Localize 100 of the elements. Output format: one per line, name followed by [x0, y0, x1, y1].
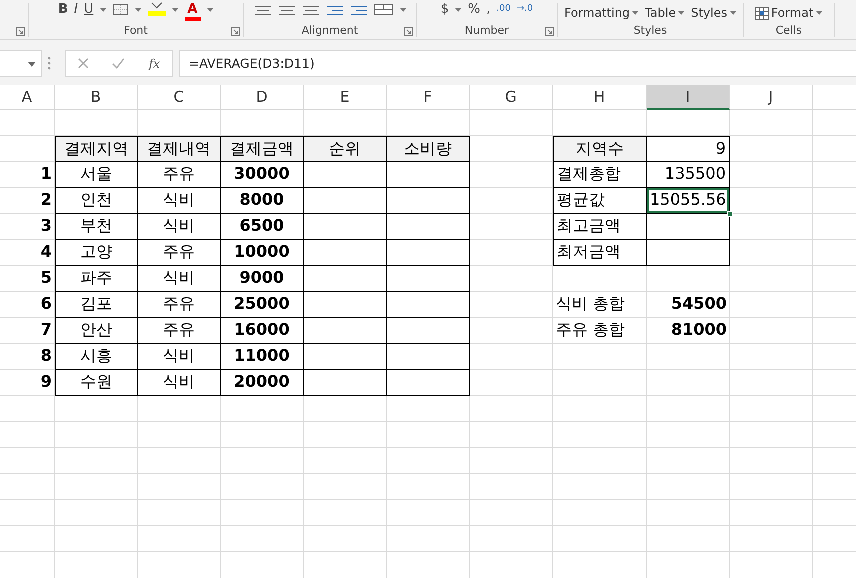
row-number: 6	[40, 293, 53, 315]
caret-icon[interactable]	[632, 11, 640, 15]
caret-icon[interactable]	[400, 8, 406, 12]
column-header[interactable]: C	[138, 85, 221, 110]
row-number: 8	[40, 345, 53, 367]
group-label: Alignment	[302, 24, 358, 38]
table-cell: 식비	[138, 214, 221, 240]
table-cell: 11000	[221, 344, 304, 370]
font-color-button[interactable]: A	[184, 2, 201, 21]
borders-icon[interactable]	[112, 4, 129, 16]
table-cell: 25000	[221, 292, 304, 318]
table-cell-text: 54500	[670, 293, 728, 315]
formula-field[interactable]: =AVERAGE(D3:D11)	[179, 50, 856, 77]
table-cell: 고양	[55, 240, 138, 266]
decimal-button[interactable]: →.0	[516, 2, 534, 17]
format-button[interactable]: ,	[486, 2, 491, 17]
table-cell: 시흥	[55, 344, 138, 370]
table-cell: 인천	[55, 188, 138, 214]
merge-icon[interactable]	[374, 4, 394, 16]
fill-handle[interactable]	[727, 211, 733, 217]
insert-function-button[interactable]: fx	[148, 54, 160, 72]
table-cell: 소비량	[387, 136, 470, 162]
group-label: Styles	[634, 24, 668, 38]
format-button[interactable]: $	[440, 2, 450, 17]
dialog-launcher-icon[interactable]	[16, 27, 25, 36]
table-cell: 김포	[55, 292, 138, 318]
table-cell-text: 식비 총합	[555, 293, 626, 315]
format-button[interactable]: Format	[755, 4, 823, 22]
table-cell-text: 주유 총합	[555, 319, 626, 341]
align-icon[interactable]	[254, 6, 272, 16]
column-header[interactable]: H	[553, 85, 647, 110]
menu-button[interactable]: Table	[645, 4, 686, 22]
table-cell: 15055.56	[647, 188, 730, 214]
table-icon	[755, 6, 770, 20]
check-icon[interactable]	[112, 58, 126, 69]
align-icon[interactable]	[278, 6, 296, 16]
table-cell: 최저금액	[553, 240, 647, 266]
column-header[interactable]: E	[304, 85, 387, 110]
table-cell: 20000	[221, 370, 304, 396]
decimal-button[interactable]: .00	[496, 2, 511, 17]
caret-icon[interactable]	[172, 8, 179, 12]
table-cell: 10000	[221, 240, 304, 266]
table-cell: 9000	[221, 266, 304, 292]
table-cell: 주유	[138, 318, 221, 344]
table-cell: 식비	[138, 344, 221, 370]
dialog-launcher-icon[interactable]	[545, 27, 554, 36]
bold-button[interactable]: B	[58, 2, 68, 17]
column-header[interactable]: D	[221, 85, 304, 110]
menu-button[interactable]: Styles	[691, 4, 736, 22]
table-cell: 결제내역	[138, 136, 221, 162]
underline-button[interactable]: U	[84, 2, 94, 17]
grip-icon	[48, 57, 51, 70]
caret-icon[interactable]	[134, 8, 142, 12]
dialog-launcher-icon[interactable]	[404, 27, 413, 36]
table-cell: 서울	[55, 162, 138, 188]
caret-icon[interactable]	[816, 11, 823, 15]
format-button[interactable]: %	[468, 2, 481, 17]
table-cell: 6500	[221, 214, 304, 240]
column-header[interactable]: A	[0, 85, 55, 110]
row-number: 2	[40, 189, 53, 211]
column-header[interactable]: G	[470, 85, 553, 110]
dialog-launcher-icon[interactable]	[231, 27, 240, 36]
italic-button[interactable]: I	[74, 2, 78, 17]
table-cell: 지역수	[553, 136, 647, 162]
row-number: 7	[40, 319, 53, 341]
table-cell: 순위	[304, 136, 387, 162]
table-cell: 최고금액	[553, 214, 647, 240]
caret-icon[interactable]	[455, 8, 462, 12]
cancel-icon[interactable]	[78, 58, 89, 69]
align-icon[interactable]	[302, 6, 320, 16]
caret-icon[interactable]	[100, 8, 107, 12]
table-cell: 안산	[55, 318, 138, 344]
caret-icon[interactable]	[730, 11, 736, 15]
table-cell: 파주	[55, 266, 138, 292]
row-number: 5	[40, 267, 53, 289]
row-number: 4	[40, 241, 53, 263]
column-header[interactable]: F	[387, 85, 470, 110]
table-cell: 9	[647, 136, 730, 162]
table-cell: 16000	[221, 318, 304, 344]
table-cell: 135500	[647, 162, 730, 188]
group-label: Font	[124, 24, 148, 38]
indent-icon[interactable]	[350, 6, 368, 16]
table-cell: 결제지역	[55, 136, 138, 162]
table-cell: 수원	[55, 370, 138, 396]
caret-icon[interactable]	[206, 8, 214, 12]
fill-color-icon[interactable]	[148, 2, 166, 17]
table-cell: 주유	[138, 240, 221, 266]
table-cell: 식비	[138, 188, 221, 214]
caret-icon[interactable]	[678, 11, 686, 15]
column-header[interactable]: J	[730, 85, 813, 110]
table-cell: 결제총합	[553, 162, 647, 188]
table-cell: 평균값	[553, 188, 647, 214]
table-cell: 30000	[221, 162, 304, 188]
column-header[interactable]: B	[55, 85, 138, 110]
indent-icon[interactable]	[326, 6, 344, 16]
column-header[interactable]: I	[647, 85, 730, 110]
table-cell: 식비	[138, 266, 221, 292]
group-label: Number	[464, 24, 510, 38]
menu-button[interactable]: Formatting	[564, 4, 640, 22]
table-cell: 결제금액	[221, 136, 304, 162]
